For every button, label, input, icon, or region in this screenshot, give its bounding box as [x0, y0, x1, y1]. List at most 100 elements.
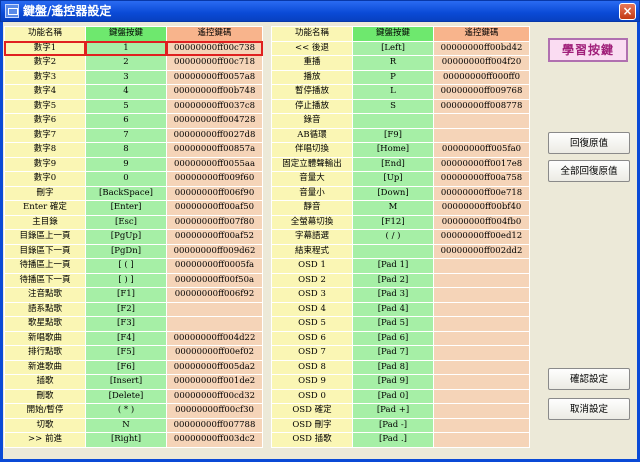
keyboard-key-cell[interactable]: [Up] [353, 172, 433, 186]
remote-code-cell[interactable]: 00000000ff004d22 [167, 331, 262, 345]
remote-code-cell[interactable]: 00000000ff00c738 [166, 40, 263, 56]
function-name-cell[interactable]: 數字0 [5, 172, 85, 186]
keyboard-key-cell[interactable]: [Pad 0] [353, 389, 433, 403]
function-name-cell[interactable]: 數字6 [5, 114, 85, 128]
function-name-cell[interactable]: 音量大 [272, 172, 352, 186]
table-row[interactable]: 伴唱切換 [Home] 00000000ff005fa0 [272, 143, 529, 157]
remote-code-cell[interactable]: 00000000ff007f80 [167, 215, 262, 229]
keyboard-key-cell[interactable]: [Pad 9] [353, 375, 433, 389]
remote-code-cell[interactable]: 00000000ff006f92 [167, 288, 262, 302]
remote-code-cell[interactable]: 00000000ff004fb0 [434, 215, 529, 229]
cancel-settings-button[interactable]: 取消設定 [548, 398, 630, 420]
restore-all-defaults-button[interactable]: 全部回復原值 [548, 160, 630, 182]
remote-code-cell[interactable]: 00000000ff00cd32 [167, 389, 262, 403]
remote-code-cell[interactable]: 00000000ff0017e8 [434, 157, 529, 171]
remote-code-cell[interactable] [167, 317, 262, 331]
keyboard-key-cell[interactable]: [Esc] [86, 215, 166, 229]
remote-code-cell[interactable]: 00000000ff004f20 [434, 56, 529, 70]
keyboard-key-cell[interactable]: [Pad 8] [353, 360, 433, 374]
table-row[interactable]: OSD 9 [Pad 9] [272, 375, 529, 389]
function-name-cell[interactable]: 錄音 [272, 114, 352, 128]
function-name-cell[interactable]: 待播區上一頁 [5, 259, 85, 273]
function-name-cell[interactable]: 暫停播放 [272, 85, 352, 99]
keyboard-key-cell[interactable]: R [353, 56, 433, 70]
function-name-cell[interactable]: 重播 [272, 56, 352, 70]
function-name-cell[interactable]: 數字5 [5, 99, 85, 113]
remote-code-cell[interactable] [434, 317, 529, 331]
function-name-cell[interactable]: 歌星點歌 [5, 317, 85, 331]
table-row[interactable]: OSD 2 [Pad 2] [272, 273, 529, 287]
table-row[interactable]: 音量大 [Up] 00000000ff00a758 [272, 172, 529, 186]
table-row[interactable]: OSD 4 [Pad 4] [272, 302, 529, 316]
function-name-cell[interactable]: 停止播放 [272, 99, 352, 113]
remote-code-cell[interactable]: 00000000ff002dd2 [434, 244, 529, 258]
function-name-cell[interactable]: 數字9 [5, 157, 85, 171]
keyboard-key-cell[interactable]: 6 [86, 114, 166, 128]
function-name-cell[interactable]: AB循環 [272, 128, 352, 142]
keyboard-key-cell[interactable]: [F9] [353, 128, 433, 142]
remote-code-cell[interactable] [434, 114, 529, 128]
remote-code-cell[interactable] [434, 273, 529, 287]
keyboard-key-cell[interactable]: P [353, 70, 433, 84]
keyboard-key-cell[interactable]: [Pad .] [353, 433, 433, 447]
table-row[interactable]: 播放 P 00000000ff000ff0 [272, 70, 529, 84]
function-name-cell[interactable]: 插歌 [5, 375, 85, 389]
remote-code-cell[interactable]: 00000000ff00f50a [167, 273, 262, 287]
keyboard-key-cell[interactable]: S [353, 99, 433, 113]
function-name-cell[interactable]: >> 前進 [5, 433, 85, 447]
remote-code-cell[interactable]: 00000000ff005fa0 [434, 143, 529, 157]
table-row[interactable]: OSD 7 [Pad 7] [272, 346, 529, 360]
remote-code-cell[interactable]: 00000000ff00af50 [167, 201, 262, 215]
remote-code-cell[interactable]: 00000000ff003dc2 [167, 433, 262, 447]
table-row[interactable]: 語系點歌 [F2] [5, 302, 262, 316]
keyboard-key-cell[interactable]: [ ) ] [86, 273, 166, 287]
function-name-cell[interactable]: OSD 8 [272, 360, 352, 374]
keyboard-key-cell[interactable]: [Right] [86, 433, 166, 447]
table-row[interactable]: Enter 確定 [Enter] 00000000ff00af50 [5, 201, 262, 215]
table-row[interactable]: 刪歌 [Delete] 00000000ff00cd32 [5, 389, 262, 403]
keyboard-key-cell[interactable]: [F4] [86, 331, 166, 345]
keyboard-key-cell[interactable]: ( / ) [353, 230, 433, 244]
table-row[interactable]: OSD 0 [Pad 0] [272, 389, 529, 403]
table-row[interactable]: 主目錄 [Esc] 00000000ff007f80 [5, 215, 262, 229]
remote-code-cell[interactable] [434, 404, 529, 418]
function-name-cell[interactable]: 音量小 [272, 186, 352, 200]
function-name-cell[interactable]: 固定立體聲輸出 [272, 157, 352, 171]
function-name-cell[interactable]: 主目錄 [5, 215, 85, 229]
remote-code-cell[interactable] [434, 375, 529, 389]
table-row[interactable]: 插歌 [Insert] 00000000ff001de2 [5, 375, 262, 389]
function-name-cell[interactable]: 注音點歌 [5, 288, 85, 302]
keyboard-key-cell[interactable]: [Left] [353, 41, 433, 55]
remote-code-cell[interactable]: 00000000ff001de2 [167, 375, 262, 389]
table-row[interactable]: 數字3 3 00000000ff0057a8 [5, 70, 262, 84]
table-row[interactable]: 待播區上一頁[ ( ] 00000000ff0005fa [5, 259, 262, 273]
function-name-cell[interactable]: 開始/暫停 [5, 404, 85, 418]
remote-code-cell[interactable]: 00000000ff00857a [167, 143, 262, 157]
close-button[interactable]: × [619, 3, 636, 20]
remote-code-cell[interactable]: 00000000ff005da2 [167, 360, 262, 374]
table-row[interactable]: 結束程式 00000000ff002dd2 [272, 244, 529, 258]
confirm-settings-button[interactable]: 確認設定 [548, 368, 630, 390]
remote-code-cell[interactable]: 00000000ff00b748 [167, 85, 262, 99]
table-row[interactable]: 新進歌曲 [F6] 00000000ff005da2 [5, 360, 262, 374]
function-name-cell[interactable]: 目錄區上一頁 [5, 230, 85, 244]
function-name-cell[interactable]: 新唱歌曲 [5, 331, 85, 345]
table-row[interactable]: 全螢幕切換 [F12] 00000000ff004fb0 [272, 215, 529, 229]
function-name-cell[interactable]: 結束程式 [272, 244, 352, 258]
table-row[interactable]: 字幕語選( / ) 00000000ff00ed12 [272, 230, 529, 244]
keyboard-key-cell[interactable]: L [353, 85, 433, 99]
table-row[interactable]: 歌星點歌 [F3] [5, 317, 262, 331]
table-row[interactable]: 數字4 4 00000000ff00b748 [5, 85, 262, 99]
table-row[interactable]: << 後退 [Left] 00000000ff00bd42 [272, 41, 529, 55]
function-name-cell[interactable]: OSD 7 [272, 346, 352, 360]
table-row[interactable]: 數字5 5 00000000ff0037c8 [5, 99, 262, 113]
keyboard-key-cell[interactable]: [BackSpace] [86, 186, 166, 200]
function-name-cell[interactable]: OSD 5 [272, 317, 352, 331]
table-row[interactable]: OSD 5 [Pad 5] [272, 317, 529, 331]
keyboard-key-cell[interactable]: 9 [86, 157, 166, 171]
function-name-cell[interactable]: OSD 3 [272, 288, 352, 302]
keyboard-key-cell[interactable]: [Pad -] [353, 418, 433, 432]
table-row[interactable]: 數字7 7 00000000ff0027d8 [5, 128, 262, 142]
table-row[interactable]: OSD 8 [Pad 8] [272, 360, 529, 374]
function-name-cell[interactable]: OSD 刪字 [272, 418, 352, 432]
